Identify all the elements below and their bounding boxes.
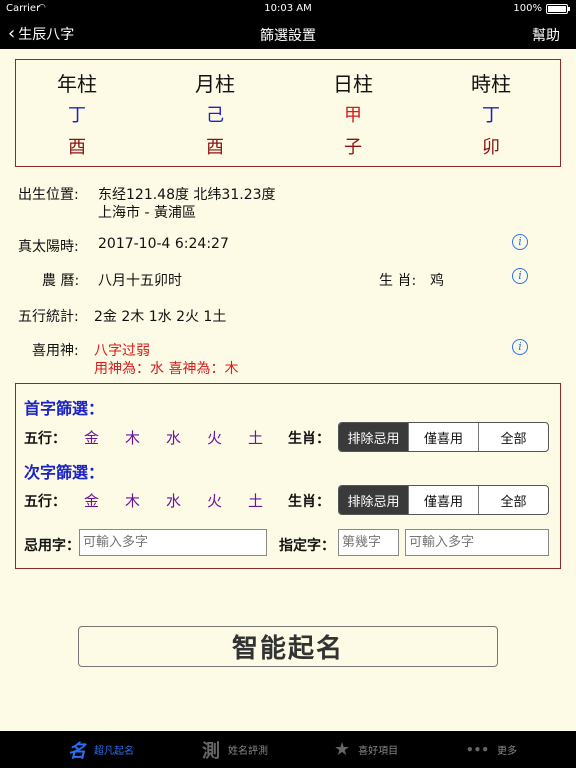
- segment-all[interactable]: 全部: [479, 423, 548, 451]
- avoid-chars-input[interactable]: [79, 529, 267, 556]
- zodiac-value: 鸡: [430, 273, 444, 289]
- solar-time-label: 真太陽時:: [18, 239, 79, 255]
- pillar-day: 日柱 甲 子: [303, 60, 403, 159]
- element-fire[interactable]: 火: [207, 490, 222, 511]
- zodiac-label: 生 肖:: [379, 273, 417, 289]
- tab-label: 超凡起名: [94, 746, 134, 757]
- tab-label: 喜好項目: [358, 746, 399, 757]
- element-wood[interactable]: 木: [125, 490, 140, 511]
- element-earth[interactable]: 土: [248, 427, 263, 448]
- pillar-hour: 時柱 丁 卯: [441, 60, 541, 159]
- info-icon[interactable]: i: [512, 234, 528, 250]
- pillar-stem: 己: [206, 105, 224, 126]
- element-earth[interactable]: 土: [248, 490, 263, 511]
- star-icon: ★: [334, 739, 351, 760]
- name-icon: 名: [68, 740, 86, 762]
- info-icon[interactable]: i: [512, 339, 528, 355]
- char-position-input[interactable]: [338, 529, 399, 556]
- lunar-label: 農 曆:: [42, 273, 80, 289]
- xiyong-label: 喜用神:: [32, 343, 79, 359]
- segment-only-favorable[interactable]: 僅喜用: [409, 423, 479, 451]
- specify-chars-label: 指定字：: [279, 538, 335, 554]
- xiyong-gods: 用神為：水 喜神為：木: [94, 361, 239, 377]
- tab-label: 更多: [497, 746, 518, 757]
- info-icon[interactable]: i: [512, 268, 528, 284]
- tab-more[interactable]: ••• 更多: [466, 731, 517, 768]
- element-water[interactable]: 水: [166, 427, 181, 448]
- zodiac-filter-label: 生肖：: [288, 494, 330, 510]
- segment-exclude-avoid[interactable]: 排除忌用: [339, 486, 409, 514]
- element-water[interactable]: 水: [166, 490, 181, 511]
- avoid-chars-label: 忌用字：: [24, 538, 80, 554]
- first-zodiac-segment: 排除忌用 僅喜用 全部: [338, 422, 549, 452]
- wuxing-stats-value: 2金 2木 1水 2火 1土: [94, 309, 227, 325]
- smart-naming-button[interactable]: 智能起名: [78, 626, 498, 667]
- tab-favorites[interactable]: ★ 喜好項目: [334, 731, 398, 768]
- pillar-head: 年柱: [57, 72, 97, 96]
- second-char-filter-title: 次字篩選：: [24, 463, 105, 482]
- measure-icon: 測: [202, 740, 220, 762]
- wuxing-stats-label: 五行統計:: [18, 309, 79, 325]
- second-zodiac-segment: 排除忌用 僅喜用 全部: [338, 485, 549, 515]
- birthplace-label: 出生位置:: [18, 187, 79, 203]
- tab-naming[interactable]: 名 超凡起名: [68, 731, 134, 768]
- birthplace-coords: 东经121.48度 北纬31.23度: [98, 187, 276, 203]
- segment-all[interactable]: 全部: [479, 486, 548, 514]
- segment-exclude-avoid[interactable]: 排除忌用: [339, 423, 409, 451]
- tab-label: 姓名評測: [228, 746, 268, 757]
- wuxing-label: 五行：: [24, 494, 66, 510]
- element-fire[interactable]: 火: [207, 427, 222, 448]
- tab-name-evaluation[interactable]: 測 姓名評測: [202, 731, 268, 768]
- pillar-month: 月柱 己 酉: [165, 60, 265, 159]
- more-icon: •••: [466, 742, 490, 757]
- status-time: 10:03 AM: [264, 3, 312, 14]
- zodiac-filter-label: 生肖：: [288, 431, 330, 447]
- wuxing-label: 五行：: [24, 431, 66, 447]
- four-pillars-panel: 年柱 丁 酉 月柱 己 酉 日柱 甲 子 時柱 丁 卯: [15, 59, 561, 167]
- page-title: 篩選設置: [260, 28, 316, 44]
- nav-bar: ‹ 生辰八字 篩選設置 幫助: [0, 18, 576, 49]
- xiyong-strength: 八字过弱: [94, 343, 150, 359]
- birthplace-city: 上海市 - 黃浦區: [98, 205, 196, 221]
- pillar-branch: 子: [344, 137, 362, 158]
- pillar-branch: 酉: [206, 137, 224, 158]
- battery-icon: [546, 4, 570, 14]
- pillar-head: 日柱: [333, 72, 373, 96]
- specify-chars-input[interactable]: [405, 529, 549, 556]
- element-wood[interactable]: 木: [125, 427, 140, 448]
- pillar-stem: 甲: [344, 105, 362, 126]
- pillar-year: 年柱 丁 酉: [27, 60, 127, 159]
- pillar-head: 月柱: [195, 72, 235, 96]
- pillar-branch: 卯: [482, 137, 500, 158]
- tab-bar: 名 超凡起名 測 姓名評測 ★ 喜好項目 ••• 更多: [0, 731, 576, 768]
- battery-percent: 100%: [513, 3, 542, 14]
- pillar-stem: 丁: [482, 105, 500, 126]
- help-button[interactable]: 幫助: [532, 25, 560, 45]
- filter-panel: 首字篩選： 五行： 金 木 水 火 土 生肖： 排除忌用 僅喜用 全部 次字篩選…: [15, 383, 561, 569]
- segment-only-favorable[interactable]: 僅喜用: [409, 486, 479, 514]
- element-metal[interactable]: 金: [84, 427, 99, 448]
- pillar-stem: 丁: [68, 105, 86, 126]
- status-bar: Carrier ◠ 10:03 AM 100%: [0, 0, 576, 18]
- pillar-head: 時柱: [471, 72, 511, 96]
- first-char-filter-title: 首字篩選：: [24, 399, 105, 418]
- pillar-branch: 酉: [68, 137, 86, 158]
- element-metal[interactable]: 金: [84, 490, 99, 511]
- lunar-value: 八月十五卯时: [98, 273, 182, 289]
- solar-time-value: 2017-10-4 6:24:27: [98, 236, 229, 252]
